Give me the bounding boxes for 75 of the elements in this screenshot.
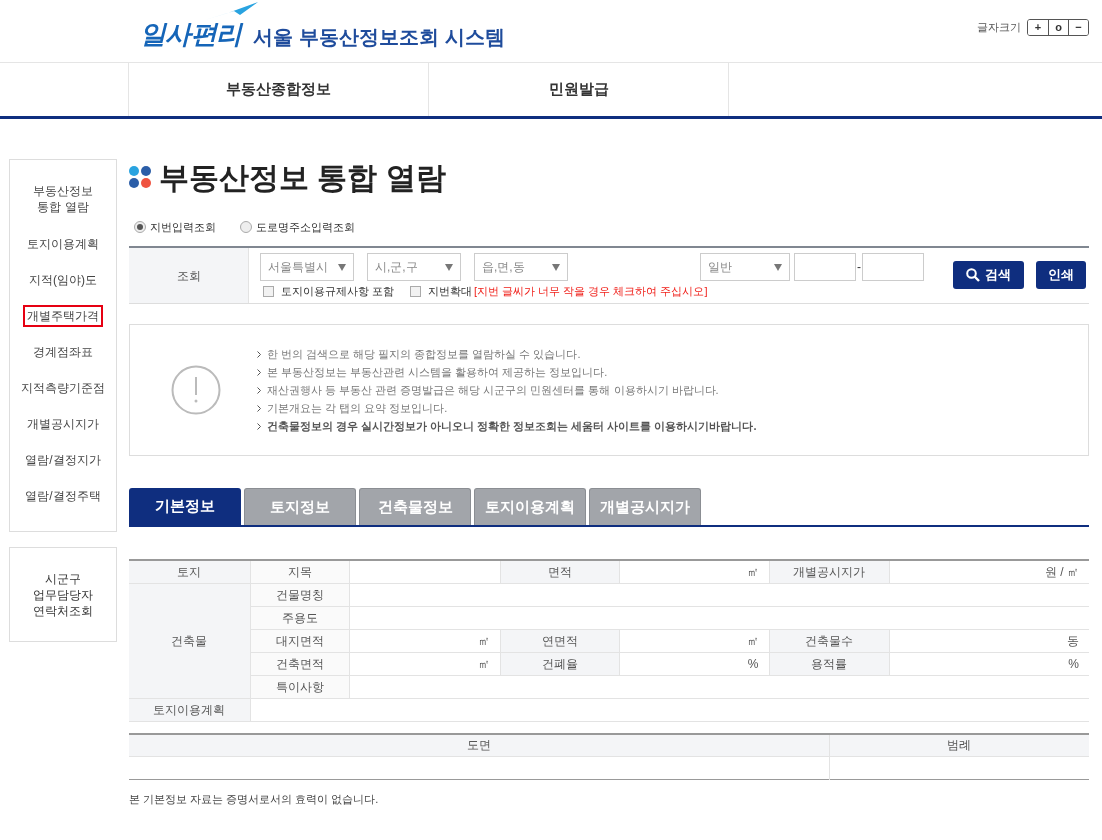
hint-text: [지번 글씨가 너무 작을 경우 체크하여 주십시오]	[474, 283, 708, 299]
checkbox[interactable]	[263, 285, 274, 297]
checkbox[interactable]	[410, 285, 422, 297]
font-size-label: 글자크기	[977, 19, 1021, 35]
tab[interactable]: 기본정보	[129, 488, 241, 525]
footnote: 본 기본정보 자료는 증명서로서의 효력이 없습니다.	[129, 792, 380, 807]
header-cell: 토지	[129, 560, 250, 583]
notice-text: 재산권행사 등 부동산 관련 증명발급은 해당 시군구의 민원센터를 통해 이용하시기 바랍니다.	[267, 382, 719, 398]
search-label: 조회	[176, 267, 201, 285]
site-title: 서울 부동산정보조회 시스템	[253, 24, 505, 50]
number-field[interactable]	[862, 253, 924, 281]
header-cell: 건축물수	[769, 629, 889, 652]
header-cell: 연면적	[500, 629, 619, 652]
font-size-button[interactable]: −	[1068, 19, 1088, 35]
nav-tab[interactable]: 민원발급	[429, 63, 729, 116]
value-cell: ㎡	[619, 560, 769, 583]
notice-text: 한 번의 검색으로 해당 필지의 종합정보를 열람하실 수 있습니다.	[267, 346, 581, 362]
caret-icon	[338, 263, 346, 271]
select-field[interactable]: 시,군,구	[367, 253, 461, 281]
value-cell: 원 / ㎡	[889, 560, 1089, 583]
sidebar-item[interactable]: 지적측량기준점	[17, 377, 109, 399]
checkbox-label: 지번확대	[428, 283, 473, 299]
header-cell: 토지이용계획	[129, 698, 250, 721]
sidebar-item[interactable]: 개별주택가격	[23, 305, 103, 327]
number-field[interactable]	[794, 253, 856, 281]
radio-button[interactable]	[240, 221, 252, 233]
caret-icon	[445, 263, 453, 271]
notice-text: 본 부동산정보는 부동산관련 시스템을 활용하여 제공하는 정보입니다.	[267, 364, 608, 380]
radio-label: 도로명주소입력조회	[256, 219, 355, 235]
search-icon	[966, 268, 980, 282]
separator-text: -	[857, 259, 861, 276]
value-cell: %	[619, 652, 769, 675]
value-cell: %	[889, 652, 1089, 675]
value-cell: ㎡	[349, 629, 500, 652]
chevron-icon	[257, 404, 261, 412]
chevron-icon	[257, 386, 261, 394]
value-cell: ㎡	[349, 652, 500, 675]
select-field[interactable]: 읍,면,동	[474, 253, 568, 281]
header-cell: 지목	[250, 560, 349, 583]
header-cell: 개별공시지가	[769, 560, 889, 583]
nav-tab[interactable]: 부동산종합정보	[129, 63, 429, 116]
contact-link[interactable]: 시군구 업무담당자 연락처조회	[25, 570, 101, 619]
value-cell: 동	[889, 629, 1089, 652]
sidebar-item[interactable]: 경계점좌표	[29, 341, 97, 363]
select-field[interactable]: 일반	[700, 253, 790, 281]
header-cell: 용적률	[769, 652, 889, 675]
caret-icon	[552, 263, 560, 271]
sidebar-item[interactable]: 열람/결정지가	[21, 449, 105, 471]
checkbox-label: 토지이용규제사항 포함	[281, 283, 395, 299]
sidebar-item[interactable]: 부동산정보 통합 열람	[18, 180, 108, 218]
sidebar-item[interactable]: 토지이용계획	[23, 233, 103, 255]
sidebar-item[interactable]: 지적(임야)도	[25, 269, 101, 291]
search-button[interactable]: 검색	[953, 261, 1024, 289]
notice-text: 기본개요는 각 탭의 요약 정보입니다.	[267, 400, 448, 416]
select-field[interactable]: 서울특별시	[260, 253, 354, 281]
warning-icon	[171, 365, 221, 415]
header-cell: 범례	[829, 733, 1089, 757]
sidebar-item[interactable]: 개별공시지가	[23, 413, 103, 435]
notice-text: 건축물정보의 경우 실시간정보가 아니오니 정확한 정보조회는 세움터 사이트를 이용하시기바랍니다.	[267, 418, 757, 434]
header-cell: 건축물	[129, 583, 250, 698]
dots-icon	[129, 166, 151, 188]
value-cell: ㎡	[619, 629, 769, 652]
sidebar-item[interactable]: 열람/결정주택	[21, 485, 105, 507]
page-title: 부동산정보 통합 열람	[159, 159, 446, 196]
radio-button[interactable]	[134, 221, 146, 233]
chevron-icon	[257, 422, 261, 430]
header-cell: 도면	[129, 733, 829, 757]
header-cell: 면적	[500, 560, 619, 583]
chevron-icon	[257, 350, 261, 358]
chevron-icon	[257, 368, 261, 376]
header-cell: 건폐율	[500, 652, 619, 675]
logo-text[interactable]: 일사편리	[140, 18, 242, 49]
radio-label: 지번입력조회	[150, 219, 216, 235]
print-button[interactable]: 인쇄	[1036, 261, 1086, 289]
caret-icon	[774, 263, 782, 271]
